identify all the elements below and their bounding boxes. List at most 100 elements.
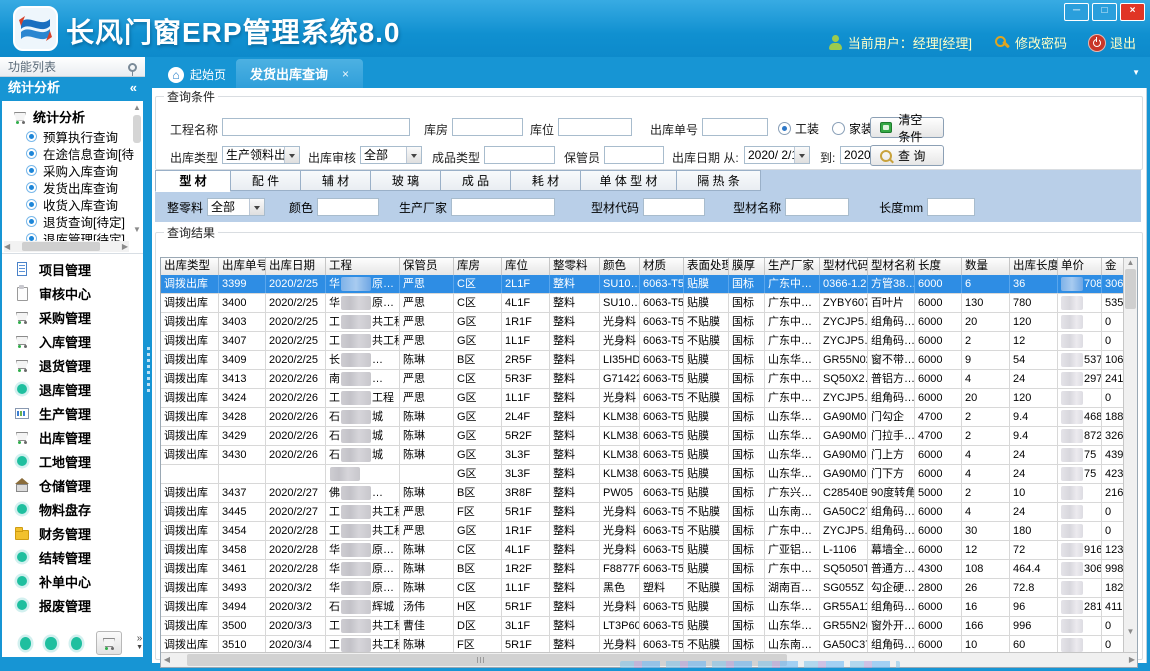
material-tab[interactable]: 单 体 型 材 (581, 170, 677, 191)
radio-gongzhuang[interactable]: 工装 (778, 120, 819, 137)
dropdown-arrow-icon[interactable] (284, 147, 299, 163)
column-header[interactable]: 出库单号 (219, 258, 266, 275)
length-input[interactable] (927, 198, 975, 216)
table-row[interactable]: 调拨出库34372020/2/27佛…陈琳B区3R8F整料PW056063-T5… (161, 484, 1125, 503)
table-row[interactable]: 调拨出库34282020/2/26石城陈琳G区2L4F整料KLM38176063… (161, 408, 1125, 427)
scrollbar-thumb[interactable] (1125, 269, 1136, 309)
sidebar-menu-item[interactable]: 结转管理 (2, 545, 143, 569)
name-input[interactable] (785, 198, 849, 216)
table-row[interactable]: 调拨出库34612020/2/28华原…陈琳B区1R2F整料F8877FT606… (161, 560, 1125, 579)
dot-icon[interactable] (71, 637, 82, 650)
sidebar-menu-item[interactable]: 物料盘存 (2, 497, 143, 521)
sidebar-menu-item[interactable]: 采购管理 (2, 305, 143, 329)
date-from-select[interactable]: 2020/ 2/16 (744, 146, 810, 164)
column-header[interactable]: 出库长度 (1010, 258, 1058, 275)
scroll-down-icon[interactable]: ▼ (132, 225, 142, 235)
sidebar-menu-item[interactable]: 生产管理 (2, 401, 143, 425)
scroll-left-icon[interactable]: ◀ (161, 655, 173, 665)
sidebar-menu-item[interactable]: 工地管理 (2, 449, 143, 473)
table-row[interactable]: 调拨出库34072020/2/25工共工程严思G区1L1F整料光身料6063-T… (161, 332, 1125, 351)
material-tab[interactable]: 耗 材 (511, 170, 581, 191)
tree-item[interactable]: 预算执行查询 (26, 128, 143, 145)
table-row[interactable]: 调拨出库34452020/2/27工共工程严思F区5R1F整料光身料6063-T… (161, 503, 1125, 522)
sidebar-menu-item[interactable]: 仓储管理 (2, 473, 143, 497)
material-tab[interactable]: 配 件 (231, 170, 301, 191)
table-row[interactable]: 调拨出库34582020/2/28华原…陈琳C区4L1F整料光身料6063-T5… (161, 541, 1125, 560)
location-input[interactable] (558, 118, 632, 136)
maximize-button[interactable]: □ (1092, 3, 1117, 21)
column-header[interactable]: 膜厚 (729, 258, 765, 275)
tree-item[interactable]: 收货入库查询 (26, 196, 143, 213)
tab-close-icon[interactable]: × (342, 67, 349, 81)
dropdown-arrow-icon[interactable] (794, 147, 809, 163)
column-header[interactable]: 出库日期 (266, 258, 326, 275)
code-input[interactable] (643, 198, 705, 216)
column-header[interactable]: 出库类型 (161, 258, 219, 275)
table-row[interactable]: 调拨出库35102020/3/4工共工程陈琳F区5R1F整料光身料6063-T5… (161, 636, 1125, 653)
dropdown-arrow-icon[interactable] (249, 199, 264, 215)
table-vertical-scrollbar[interactable]: ▲ ▼ (1123, 258, 1137, 653)
collapse-icon[interactable]: « (130, 77, 137, 99)
table-row[interactable]: 调拨出库34302020/2/26石城陈琳G区3L3F整料KLM38176063… (161, 446, 1125, 465)
column-header[interactable]: 材质 (640, 258, 684, 275)
table-row[interactable]: 调拨出库34292020/2/26石城陈琳G区5R2F整料KLM38176063… (161, 427, 1125, 446)
pin-icon[interactable] (128, 63, 137, 72)
clear-conditions-button[interactable]: 清空条件 (870, 117, 944, 138)
column-header[interactable]: 单价 (1058, 258, 1102, 275)
maker-input[interactable] (451, 198, 555, 216)
tab-overflow-icon[interactable]: ▼ (1132, 68, 1140, 77)
tree-item[interactable]: 在途信息查询[待 (26, 145, 143, 162)
sidebar-menu-item[interactable]: 报废管理 (2, 593, 143, 617)
table-row[interactable]: 调拨出库33992020/2/25华原…严思C区2L1F整料SU10…6063-… (161, 275, 1125, 294)
radio-jiazhuang[interactable]: 家装 (832, 120, 873, 137)
column-header[interactable]: 整零料 (550, 258, 600, 275)
table-row[interactable]: 调拨出库34002020/2/25华原…严思C区4L1F整料SU10…6063-… (161, 294, 1125, 313)
tree-item[interactable]: 采购入库查询 (26, 162, 143, 179)
column-header[interactable]: 型材代码 (820, 258, 868, 275)
stats-section-bar[interactable]: 统计分析 « (0, 77, 145, 99)
column-header[interactable]: 数量 (962, 258, 1010, 275)
scroll-left-icon[interactable]: ◀ (4, 242, 10, 252)
scroll-down-icon[interactable]: ▼ (1124, 627, 1137, 637)
sidebar-menu-item[interactable]: 财务管理 (2, 521, 143, 545)
sidebar-menu-item[interactable]: 退库管理 (2, 377, 143, 401)
whole-select[interactable]: 全部 (207, 198, 265, 216)
table-row[interactable]: 调拨出库34542020/2/28工共工程严思G区1R1F整料光身料6063-T… (161, 522, 1125, 541)
column-header[interactable]: 长度 (915, 258, 962, 275)
column-header[interactable]: 颜色 (600, 258, 640, 275)
more-buttons-chevron[interactable]: » ▼ (136, 635, 143, 652)
color-input[interactable] (317, 198, 379, 216)
project-name-input[interactable] (222, 118, 410, 136)
warehouse-input[interactable] (452, 118, 523, 136)
column-header[interactable]: 表面处理 (684, 258, 729, 275)
scroll-right-icon[interactable]: ▶ (1129, 655, 1135, 665)
out-type-select[interactable]: 生产领料出库 (222, 146, 300, 164)
sidebar-menu-item[interactable]: 项目管理 (2, 257, 143, 281)
table-row[interactable]: G区3L3F整料KLM38176063-T5贴膜国标山东华…GA90M09…门下… (161, 465, 1125, 484)
scrollbar-thumb[interactable] (133, 115, 141, 143)
change-password-button[interactable]: 修改密码 (994, 33, 1067, 52)
sidebar-menu-item[interactable]: 补单中心 (2, 569, 143, 593)
scroll-up-icon[interactable]: ▲ (1124, 258, 1137, 268)
sidebar-menu-item[interactable]: 退货管理 (2, 353, 143, 377)
table-row[interactable]: 调拨出库34092020/2/25长…陈琳B区2R5F整料LI35HD6063-… (161, 351, 1125, 370)
product-type-input[interactable] (484, 146, 555, 164)
search-button[interactable]: 查 询 (870, 145, 944, 166)
material-tab[interactable]: 辅 材 (301, 170, 371, 191)
tree-vertical-scrollbar[interactable]: ▲ ▼ (132, 103, 142, 235)
material-tab[interactable]: 隔 热 条 (677, 170, 761, 191)
column-header[interactable]: 生产厂家 (765, 258, 820, 275)
column-header[interactable]: 保管员 (400, 258, 454, 275)
scroll-right-icon[interactable]: ▶ (122, 242, 128, 252)
column-header[interactable]: 型材名称 (868, 258, 915, 275)
close-button[interactable]: × (1120, 3, 1145, 21)
order-no-input[interactable] (702, 118, 768, 136)
tree-horizontal-scrollbar[interactable]: ◀ ▶ (4, 241, 129, 252)
table-row[interactable]: 调拨出库34942020/3/2石辉城汤伟H区5R1F整料光身料6063-T5贴… (161, 598, 1125, 617)
sidebar-menu-item[interactable]: 入库管理 (2, 329, 143, 353)
material-tab[interactable]: 型 材 (155, 170, 231, 192)
material-tab[interactable]: 玻 璃 (371, 170, 441, 191)
scrollbar-thumb[interactable] (22, 242, 100, 251)
tree-item[interactable]: 退货查询[待定] (26, 213, 143, 230)
material-tab[interactable]: 成 品 (441, 170, 511, 191)
